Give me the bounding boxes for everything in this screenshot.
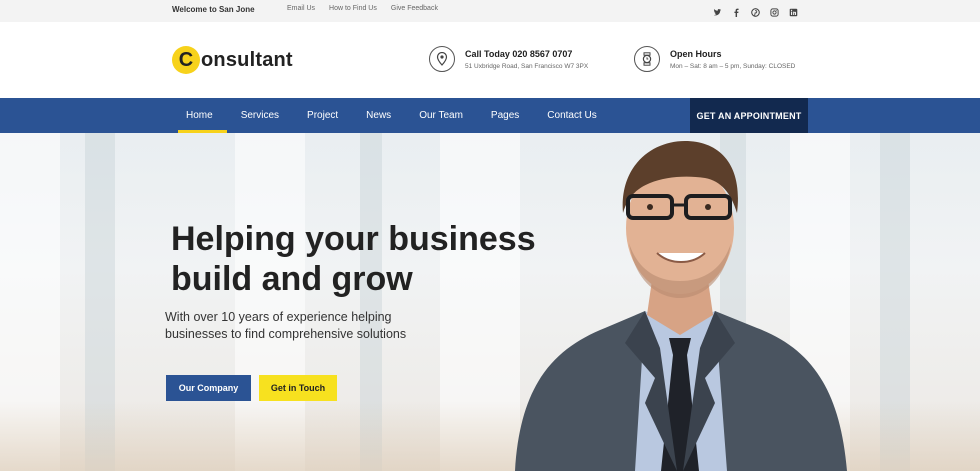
hero-title: Helping your business build and grow [171, 219, 591, 299]
nav-item-home[interactable]: Home [172, 98, 227, 133]
main-nav: Home Services Project News Our Team Page… [0, 98, 980, 133]
pinterest-icon[interactable] [751, 4, 760, 17]
top-bar: Welcome to San Jone Email Us How to Find… [0, 0, 980, 22]
phone-title: Call Today 020 8567 0707 [465, 48, 573, 59]
site-header: C onsultant Call Today 020 8567 0707 51 … [0, 22, 980, 98]
nav-item-our-team[interactable]: Our Team [405, 98, 477, 133]
hero-section: Helping your business build and grow Wit… [0, 133, 980, 471]
hero-title-line2: build and grow [171, 260, 413, 298]
twitter-icon[interactable] [713, 4, 722, 16]
phone-info: Call Today 020 8567 0707 51 Uxbridge Roa… [429, 46, 588, 72]
nav-item-services[interactable]: Services [227, 98, 293, 133]
nav-item-project[interactable]: Project [293, 98, 352, 133]
hero-title-line1: Helping your business [171, 220, 536, 258]
hero-subtitle-line1: With over 10 years of experience helping [165, 310, 392, 324]
social-links [713, 4, 798, 17]
logo[interactable]: C onsultant [172, 46, 293, 74]
hours-title: Open Hours [670, 48, 722, 59]
nav-item-pages[interactable]: Pages [477, 98, 533, 133]
hours-text: Mon – Sat: 8 am – 5 pm, Sunday: CLOSED [670, 62, 796, 70]
email-us-link[interactable]: Email Us [287, 5, 315, 12]
logo-mark: C [172, 46, 200, 74]
top-links: Email Us How to Find Us Give Feedback [287, 5, 438, 12]
watch-icon [634, 46, 660, 72]
find-us-link[interactable]: How to Find Us [329, 5, 377, 12]
nav-menu: Home Services Project News Our Team Page… [172, 98, 611, 133]
nav-item-contact-us[interactable]: Contact Us [533, 98, 610, 133]
welcome-text: Welcome to San Jone [172, 5, 255, 14]
hero-subtitle: With over 10 years of experience helping… [165, 309, 445, 343]
logo-text: onsultant [201, 48, 293, 71]
hours-info: Open Hours Mon – Sat: 8 am – 5 pm, Sunda… [634, 46, 795, 72]
businessman-photo [515, 141, 847, 471]
linkedin-icon[interactable] [789, 4, 798, 17]
our-company-button[interactable]: Our Company [166, 375, 251, 401]
get-appointment-button[interactable]: GET AN APPOINTMENT [690, 98, 808, 133]
facebook-icon[interactable] [732, 4, 741, 17]
feedback-link[interactable]: Give Feedback [391, 5, 438, 12]
hero-subtitle-line2: businesses to find comprehensive solutio… [165, 327, 407, 341]
location-pin-icon [429, 46, 455, 72]
address-text: 51 Uxbridge Road, San Francisco W7 3PX [465, 62, 589, 70]
get-in-touch-button[interactable]: Get in Touch [259, 375, 337, 401]
instagram-icon[interactable] [770, 4, 779, 17]
nav-item-news[interactable]: News [352, 98, 405, 133]
